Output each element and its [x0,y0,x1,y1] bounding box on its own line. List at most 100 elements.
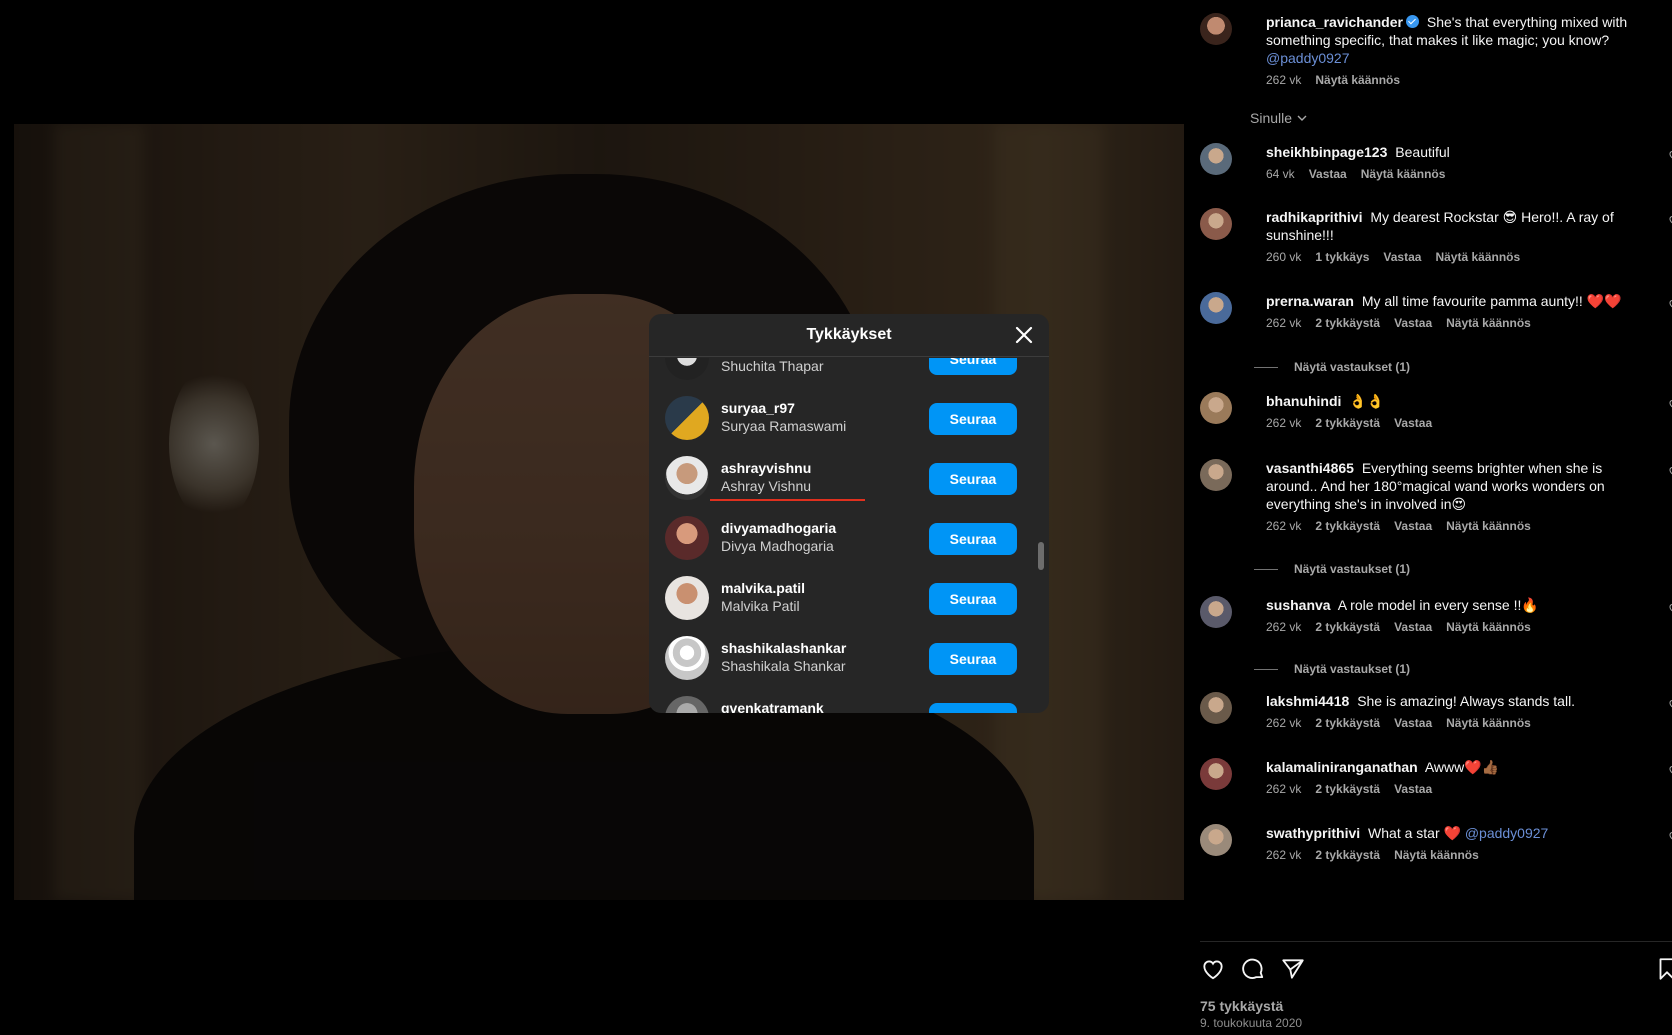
follow-button[interactable]: Seuraa [929,523,1017,555]
liker-username[interactable]: shashikalashankar [721,640,846,656]
caption-see-translation[interactable]: Näytä käännös [1315,73,1400,87]
comment-avatar[interactable] [1200,824,1232,856]
comment-meta-2[interactable]: Vastaa [1383,250,1421,264]
liker-username[interactable]: ashrayvishnu [721,460,811,476]
highlight-underline [710,499,865,501]
comment-username[interactable]: sushanva [1266,597,1331,613]
comment-icon[interactable] [1240,956,1266,982]
comment-meta-1[interactable]: Vastaa [1309,167,1347,181]
comment-avatar[interactable] [1200,596,1232,628]
caption-mention[interactable]: @paddy0927 [1266,50,1350,66]
likes-list[interactable]: Shuchita Thapar Seuraa suryaa_r97 Suryaa… [649,358,1049,713]
comment-username[interactable]: radhikaprithivi [1266,209,1362,225]
comment-avatar[interactable] [1200,143,1232,175]
liker-avatar[interactable] [665,636,709,680]
comment-avatar[interactable] [1200,758,1232,790]
comment-meta-1[interactable]: 2 tykkäystä [1315,848,1380,862]
liker-row[interactable]: shashikalashankar Shashikala Shankar Seu… [665,628,1017,688]
comment-meta-2[interactable]: Vastaa [1394,519,1432,533]
comment-meta-1[interactable]: 2 tykkäystä [1315,782,1380,796]
heart-icon[interactable] [1668,602,1672,614]
likes-count[interactable]: 75 tykkäystä [1200,998,1283,1014]
liker-row[interactable]: divyamadhogaria Divya Madhogaria Seuraa [665,508,1017,568]
follow-button[interactable]: Seuraa [929,463,1017,495]
comments-sidebar: prianca_ravichander She's that everythin… [1184,0,1672,1035]
heart-icon[interactable] [1668,398,1672,410]
comment-sort-toggle[interactable]: Sinulle [1250,110,1308,126]
comment-username[interactable]: lakshmi4418 [1266,693,1349,709]
liker-username[interactable]: malvika.patil [721,580,805,596]
follow-button[interactable]: Seuraa [929,583,1017,615]
liker-row[interactable]: suryaa_r97 Suryaa Ramaswami Seuraa [665,388,1017,448]
liker-row[interactable]: Shuchita Thapar Seuraa [665,358,1017,388]
author-username[interactable]: prianca_ravichander [1266,14,1403,30]
liker-avatar[interactable] [665,358,709,380]
heart-icon[interactable] [1668,830,1672,842]
comment-meta-0: 262 vk [1266,620,1302,634]
author-avatar[interactable] [1200,13,1232,45]
comment-meta-2[interactable]: Näytä käännös [1361,167,1446,181]
comment-mention[interactable]: @paddy0927 [1465,825,1549,841]
liker-username[interactable]: suryaa_r97 [721,400,795,416]
comment-avatar[interactable] [1200,459,1232,491]
liker-avatar[interactable] [665,696,709,713]
heart-icon[interactable] [1668,214,1672,226]
follow-button[interactable]: Seuraa [929,403,1017,435]
close-icon[interactable] [1013,324,1035,346]
liker-avatar[interactable] [665,456,709,500]
comment-meta-1[interactable]: 2 tykkäystä [1315,416,1380,430]
liker-fullname: Shuchita Thapar [721,358,824,374]
comment-meta-1[interactable]: 2 tykkäystä [1315,716,1380,730]
follow-button[interactable]: Seuraa [929,643,1017,675]
comment-meta-1[interactable]: 2 tykkäystä [1315,620,1380,634]
follow-button[interactable]: Seuraa [929,703,1017,713]
view-replies-button[interactable]: Näytä vastaukset (1) [1254,360,1410,374]
liker-row[interactable]: gvenkatramank Seuraa [665,688,1017,713]
comment-meta-1[interactable]: 1 tykkäys [1315,250,1369,264]
comment-meta-1[interactable]: 2 tykkäystä [1315,519,1380,533]
heart-icon[interactable] [1668,298,1672,310]
comment-avatar[interactable] [1200,208,1232,240]
share-icon[interactable] [1280,956,1306,982]
comment-text: Beautiful [1395,144,1450,160]
comment-username[interactable]: sheikhbinpage123 [1266,144,1387,160]
bookmark-icon[interactable] [1654,956,1672,982]
comment-username[interactable]: swathyprithivi [1266,825,1360,841]
comment-meta-2[interactable]: Vastaa [1394,620,1432,634]
comment-avatar[interactable] [1200,392,1232,424]
comment-meta-2[interactable]: Näytä käännös [1394,848,1479,862]
comment-username[interactable]: prerna.waran [1266,293,1354,309]
comment-avatar[interactable] [1200,692,1232,724]
heart-icon[interactable] [1668,764,1672,776]
replies-line [1254,668,1278,670]
heart-icon[interactable] [1200,956,1226,982]
comment-meta-2[interactable]: Vastaa [1394,782,1432,796]
liker-row[interactable]: malvika.patil Malvika Patil Seuraa [665,568,1017,628]
comment-meta-2[interactable]: Vastaa [1394,316,1432,330]
follow-button[interactable]: Seuraa [929,358,1017,375]
likes-modal: Tykkäykset Shuchita Thapar Seuraa suryaa… [649,314,1049,713]
comment-meta-3[interactable]: Näytä käännös [1446,716,1531,730]
liker-username[interactable]: gvenkatramank [721,700,824,713]
comment-username[interactable]: kalamaliniranganathan [1266,759,1418,775]
view-replies-button[interactable]: Näytä vastaukset (1) [1254,562,1410,576]
heart-icon[interactable] [1668,465,1672,477]
scrollbar-thumb[interactable] [1038,542,1044,570]
comment-meta-3[interactable]: Näytä käännös [1435,250,1520,264]
liker-avatar[interactable] [665,516,709,560]
liker-avatar[interactable] [665,576,709,620]
comment-meta-3[interactable]: Näytä käännös [1446,519,1531,533]
comment-username[interactable]: bhanuhindi [1266,393,1341,409]
comment-meta-3[interactable]: Näytä käännös [1446,316,1531,330]
view-replies-button[interactable]: Näytä vastaukset (1) [1254,662,1410,676]
comment-meta-2[interactable]: Vastaa [1394,716,1432,730]
comment-avatar[interactable] [1200,292,1232,324]
comment-username[interactable]: vasanthi4865 [1266,460,1354,476]
comment-meta-3[interactable]: Näytä käännös [1446,620,1531,634]
liker-username[interactable]: divyamadhogaria [721,520,836,536]
heart-icon[interactable] [1668,149,1672,161]
comment-meta-1[interactable]: 2 tykkäystä [1315,316,1380,330]
comment-meta-2[interactable]: Vastaa [1394,416,1432,430]
liker-avatar[interactable] [665,396,709,440]
heart-icon[interactable] [1668,698,1672,710]
